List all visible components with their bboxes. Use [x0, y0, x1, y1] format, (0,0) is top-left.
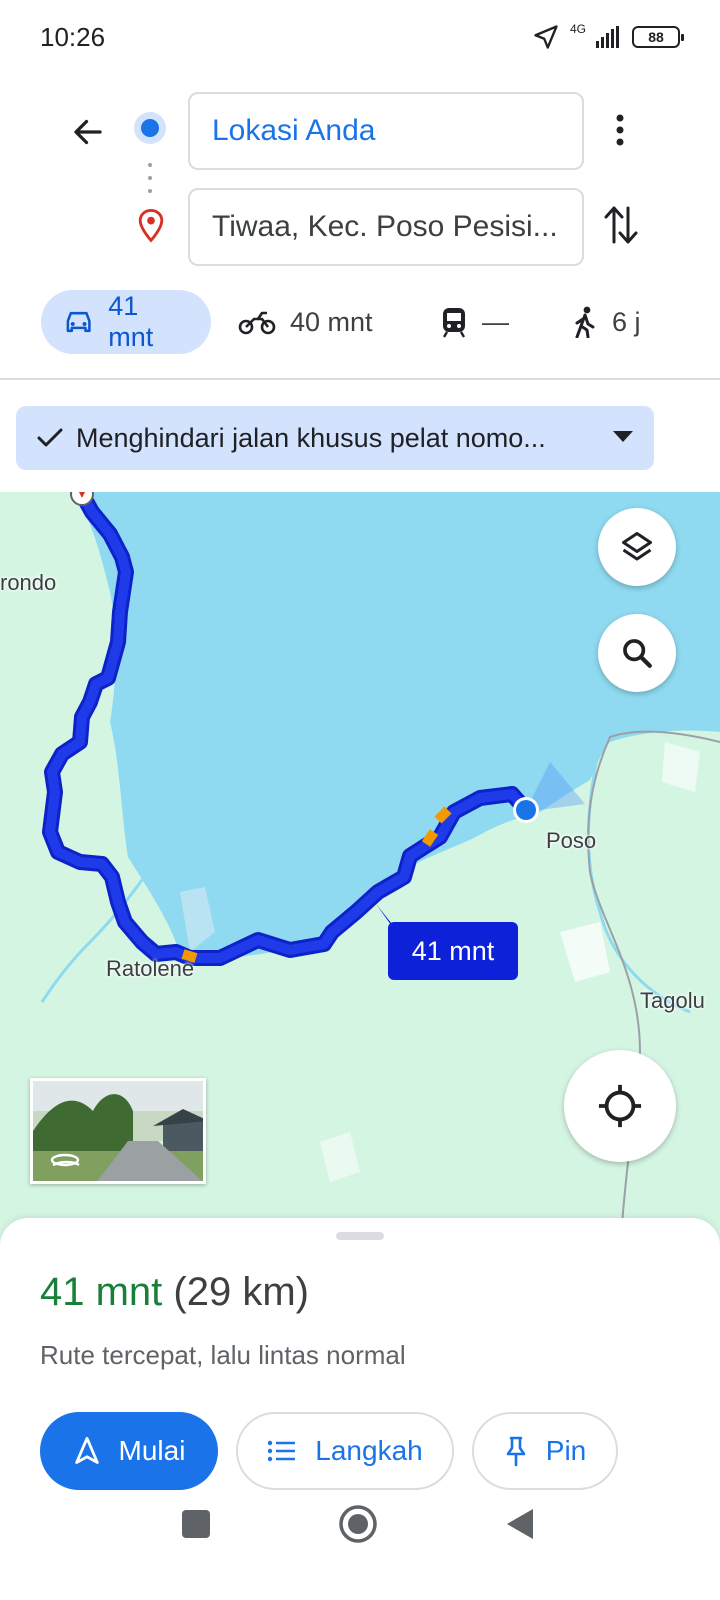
system-nav-bar — [0, 1500, 720, 1600]
trip-duration: 41 mnt — [40, 1270, 163, 1314]
motorcycle-icon — [238, 311, 276, 335]
list-icon — [268, 1440, 296, 1462]
layers-icon — [622, 532, 652, 561]
check-icon — [37, 428, 63, 447]
mode-walk[interactable]: 6 j — [572, 290, 641, 354]
my-location-button[interactable] — [564, 1050, 676, 1162]
mode-transit-label: — — [482, 306, 509, 337]
mode-walk-label: 6 j — [612, 306, 641, 337]
map-view[interactable]: rondo Poso Ratolene Tagolu 41 mnt — [0, 492, 720, 1252]
back-arrow-icon — [74, 119, 102, 145]
trip-summary: 41 mnt (29 km) — [40, 1270, 309, 1315]
home-button[interactable] — [330, 1500, 386, 1548]
battery-level: 88 — [648, 29, 664, 45]
pin-label: Pin — [545, 1435, 587, 1466]
status-time: 10:26 — [40, 22, 106, 52]
mode-car-label: 41 mnt — [108, 291, 154, 352]
back-triangle-icon — [507, 1509, 533, 1539]
trip-description: Rute tercepat, lalu lintas normal — [40, 1340, 406, 1370]
destination-pin-icon — [134, 206, 168, 246]
status-icons: 4G 88 — [532, 22, 684, 52]
back-button[interactable] — [62, 106, 114, 158]
location-arrow-icon — [534, 25, 558, 49]
steps-button[interactable]: Langkah — [236, 1412, 454, 1490]
land-patch-4 — [320, 1132, 360, 1182]
land-patch-2 — [560, 922, 610, 982]
swap-vertical-icon — [604, 206, 638, 244]
pin-icon — [506, 1436, 526, 1467]
route-options-chip[interactable]: Menghindari jalan khusus pelat nomo... — [16, 406, 654, 470]
land-patch-3 — [662, 742, 700, 792]
home-circle-icon — [339, 1505, 377, 1543]
battery-icon: 88 — [632, 26, 684, 48]
map-label-ratolene: Ratolene — [106, 956, 195, 981]
map-label-tagolu: Tagolu — [640, 988, 705, 1013]
travel-modes: 41 mnt 40 mnt — 6 j — [0, 290, 720, 356]
route-connector-dots — [148, 162, 152, 194]
signal-icon — [596, 26, 619, 48]
street-view-thumbnail[interactable] — [30, 1078, 206, 1184]
route-options-label: Menghindari jalan khusus pelat nomo... — [76, 422, 546, 453]
recents-button[interactable] — [168, 1500, 224, 1548]
car-icon — [66, 311, 91, 333]
traffic-segment-3 — [434, 806, 452, 824]
dropdown-arrow-icon — [613, 431, 633, 442]
train-icon — [442, 308, 466, 338]
walk-icon — [575, 306, 595, 338]
swap-button[interactable] — [598, 200, 644, 250]
mode-motorcycle-label: 40 mnt — [290, 306, 373, 337]
start-navigation-label: Mulai — [118, 1435, 186, 1466]
network-type: 4G — [569, 22, 586, 36]
360-view-icon — [50, 1153, 80, 1167]
pin-button[interactable]: Pin — [472, 1412, 618, 1490]
origin-field[interactable]: Lokasi Anda — [188, 92, 584, 170]
status-bar: 10:26 4G 88 — [0, 0, 720, 78]
map-label-poso: Poso — [546, 828, 597, 853]
route-time-badge[interactable]: 41 mnt — [388, 922, 518, 980]
back-nav-button[interactable] — [492, 1500, 548, 1548]
more-options-button[interactable] — [598, 106, 642, 154]
map-search-button[interactable] — [598, 614, 676, 692]
sheet-drag-handle[interactable] — [336, 1232, 384, 1240]
search-icon — [623, 639, 652, 668]
square-icon — [182, 1510, 210, 1538]
destination-field[interactable]: Tiwaa, Kec. Poso Pesisi... — [188, 188, 584, 266]
traffic-segment-2 — [421, 829, 439, 847]
crosshair-icon — [598, 1084, 642, 1128]
trip-distance: (29 km) — [173, 1270, 309, 1314]
origin-dot-icon — [132, 110, 168, 146]
navigation-arrow-icon — [74, 1436, 99, 1464]
steps-label: Langkah — [315, 1435, 423, 1466]
layers-button[interactable] — [598, 508, 676, 586]
map-label-rondo: rondo — [0, 570, 57, 595]
header-divider — [0, 378, 720, 380]
mode-transit[interactable]: — — [440, 290, 509, 354]
mode-car[interactable]: 41 mnt — [41, 290, 211, 354]
more-vert-icon — [616, 114, 624, 146]
start-navigation-button[interactable]: Mulai — [40, 1412, 218, 1490]
mode-motorcycle[interactable]: 40 mnt — [238, 290, 373, 354]
